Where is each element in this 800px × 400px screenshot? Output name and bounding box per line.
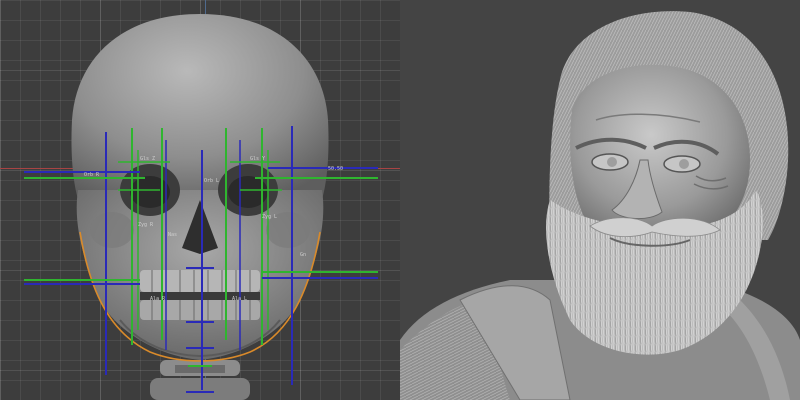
landmark-label: Gls Y xyxy=(250,156,265,162)
teeth-row xyxy=(140,270,260,320)
landmark-label: Gn xyxy=(300,252,306,258)
landmark-label: Zyg L xyxy=(262,214,277,220)
skull-cranium xyxy=(71,14,329,205)
app-window: Gls Z Gls Y Orb R Orb L Zyg R Zyg L Nas … xyxy=(0,0,800,400)
landmark-label: Nas xyxy=(168,232,177,238)
landmark-label: Ala R xyxy=(150,296,166,302)
skull-scene: Gls Z Gls Y Orb R Orb L Zyg R Zyg L Nas … xyxy=(24,14,378,400)
corner-readout: 50.50 xyxy=(328,166,343,172)
landmark-label: Zyg R xyxy=(138,222,154,228)
sculpt-scene xyxy=(400,11,800,400)
landmark-label: Orb R xyxy=(84,172,100,178)
landmark-label: Ala L xyxy=(232,296,247,302)
skull-viewport[interactable]: Gls Z Gls Y Orb R Orb L Zyg R Zyg L Nas … xyxy=(0,0,400,400)
landmark-label: Orb L xyxy=(204,178,219,184)
sculpt-viewport[interactable] xyxy=(400,0,800,400)
landmark-label: Gls Z xyxy=(140,156,155,162)
